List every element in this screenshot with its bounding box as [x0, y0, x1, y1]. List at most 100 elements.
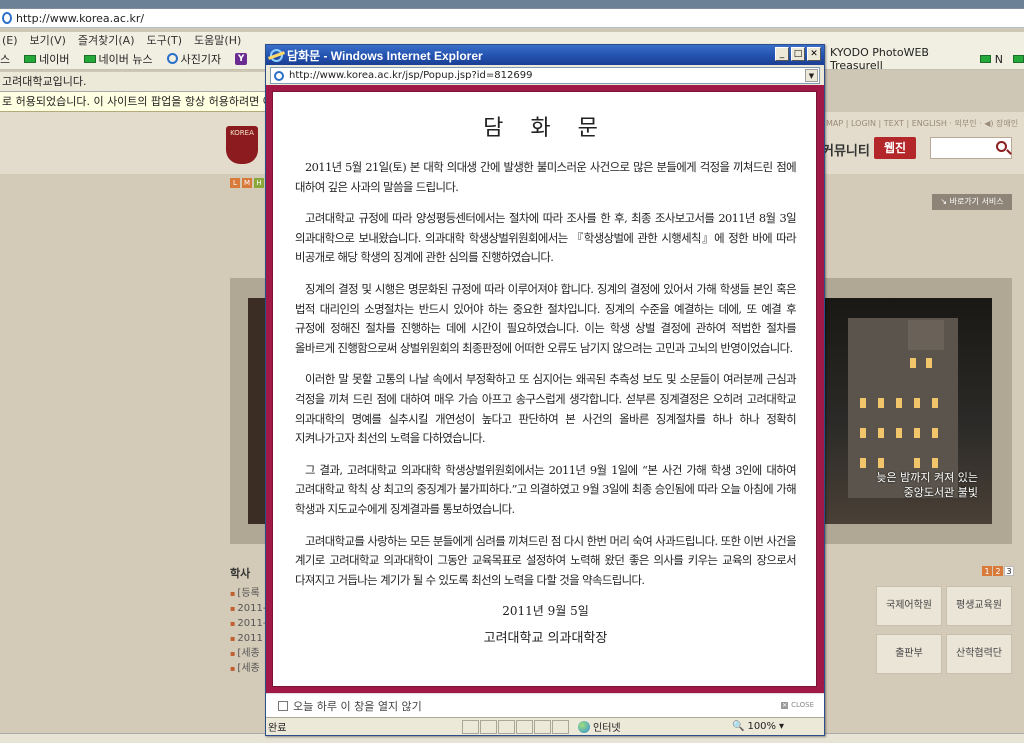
statement-letter: 담 화 문 2011년 5월 21일(토) 본 대학 의대생 간에 발생한 불미… [272, 91, 817, 687]
zoom-control[interactable]: 🔍 100% ▾ [732, 721, 784, 732]
status-cell [498, 719, 515, 734]
naver-icon [83, 54, 96, 63]
statement-paragraph: 그 결과, 고려대학교 의과대학 학생상벌위원회에서는 2011년 9월 1일에… [295, 462, 797, 516]
link-language-institute[interactable]: 국제어학원 [876, 586, 942, 626]
menu-tools[interactable]: 도구(T) [147, 32, 183, 48]
close-button[interactable]: ✕ [807, 47, 821, 61]
favorite-kyodo[interactable]: KYODO PhotoWEB Treasurell [830, 46, 970, 72]
shortcut-service-button[interactable]: ↘ 바로가기 서비스 [932, 194, 1012, 210]
popup-content-frame: 담 화 문 2011년 5월 21일(토) 본 대학 의대생 간에 발생한 불미… [266, 85, 824, 693]
popup-blocked-notice[interactable]: 로 허용되었습니다. 이 사이트의 팝업을 항상 허용하려면 여 [0, 92, 270, 112]
news-item[interactable]: [등록 [230, 586, 266, 601]
menu-edit[interactable]: (E) [2, 34, 18, 47]
background-window-chrome [0, 0, 1024, 8]
favorites-bar-right: KYODO PhotoWEB Treasurell N [830, 46, 1024, 72]
news-item[interactable]: [세종 [230, 646, 266, 661]
minimize-button[interactable]: _ [775, 47, 789, 61]
status-text: 완료 [268, 723, 287, 734]
globe-icon [578, 720, 590, 733]
statement-paragraph: 고려대학교를 사랑하는 모든 분들에게 심려를 끼쳐드린 점 다시 한번 머리 … [295, 533, 797, 587]
news-section-title[interactable]: 학사 [230, 565, 250, 581]
popup-window: 담화문 - Windows Internet Explorer _ □ ✕ ht… [265, 44, 825, 736]
news-list: [등록 2011- 2011- 2011 [세종 [세종 [230, 586, 266, 676]
favorite-label: 네이버 [39, 52, 70, 66]
dont-show-today-checkbox[interactable] [278, 700, 288, 711]
library-tower [908, 320, 944, 350]
pager-1[interactable]: 1 [982, 566, 992, 576]
news-item[interactable]: 2011- [230, 616, 266, 631]
favorite-label: 스 [0, 52, 11, 66]
font-size-m[interactable]: M [242, 178, 252, 188]
popup-footer: 오늘 하루 이 창을 열지 않기 ✕ CLOSE [266, 693, 824, 717]
favorite-yahoo[interactable]: Y [235, 52, 248, 65]
site-search-input[interactable] [930, 137, 1012, 159]
background-tab[interactable]: 고려대학교입니다. [0, 72, 270, 92]
ie-page-icon [274, 70, 284, 81]
statement-paragraph: 이러한 말 못할 고통의 나날 속에서 부정확하고 또 심지어는 왜곡된 추측성… [295, 372, 797, 446]
close-link[interactable]: ✕ CLOSE [781, 701, 814, 709]
zoom-level: 100% [747, 721, 777, 732]
status-cell [462, 719, 479, 734]
font-size-l[interactable]: L [230, 178, 240, 188]
status-cell [534, 719, 551, 734]
font-size-h[interactable]: H [254, 178, 264, 188]
pager-3[interactable]: 3 [1004, 566, 1014, 576]
popup-address-bar[interactable]: http://www.korea.ac.kr/jsp/Popup.jsp?id=… [270, 67, 820, 84]
security-zone[interactable]: 인터넷 [578, 719, 728, 734]
site-utility-links[interactable]: MAP | LOGIN | TEXT | ENGLISH · 외부인 · ◀) … [826, 118, 1018, 129]
background-url[interactable]: http://www.korea.ac.kr/ [16, 12, 144, 25]
yahoo-icon: Y [235, 52, 248, 65]
status-cell [516, 719, 533, 734]
photo-caption: 늦은 밤까지 켜져 있는 중앙도서관 불빛 [876, 470, 978, 500]
statement-paragraph: 고려대학교 규정에 따라 양성평등센터에서는 절차에 따라 조사를 한 후, 최… [295, 211, 797, 265]
statement-title: 담 화 문 [483, 116, 608, 141]
news-item[interactable]: 2011- [230, 601, 266, 616]
search-icon[interactable] [996, 141, 1007, 152]
main-visual-photo[interactable]: 늦은 밤까지 켜져 있는 중앙도서관 불빛 [824, 298, 992, 524]
statement-signature: 고려대학교 의과대학장 [483, 631, 608, 647]
nav-community[interactable]: 커뮤니티 [822, 140, 870, 159]
menu-view[interactable]: 보기(V) [30, 32, 66, 48]
favorite-n[interactable]: N [995, 53, 1003, 66]
chevron-down-icon[interactable]: ▾ [779, 721, 784, 732]
favorite-label: 네이버 뉴스 [98, 52, 153, 66]
korea-university-logo[interactable]: KOREA [226, 126, 258, 164]
favorite-photographer[interactable]: 사진기자 [166, 51, 222, 67]
maximize-button[interactable]: □ [791, 47, 805, 61]
chevron-down-icon[interactable]: ▼ [805, 69, 818, 82]
menu-favorites[interactable]: 즐겨찾기(A) [78, 32, 135, 48]
favorite-naver-news[interactable]: 네이버 뉴스 [83, 51, 153, 67]
font-size-controls: L M H [230, 178, 264, 188]
webzine-button[interactable]: 웹진 [874, 137, 916, 159]
ie-page-icon [166, 53, 178, 64]
menu-help[interactable]: 도움말(H) [194, 32, 241, 48]
link-press[interactable]: 출판부 [876, 634, 942, 674]
ie-logo-icon [270, 48, 283, 62]
statement-paragraph: 2011년 5월 21일(토) 본 대학 의대생 간에 발생한 불미스러운 사건… [295, 160, 797, 194]
window-controls: _ □ ✕ [775, 47, 821, 61]
popup-url[interactable]: http://www.korea.ac.kr/jsp/Popup.jsp?id=… [289, 70, 532, 81]
link-industry-cooperation[interactable]: 산학협력단 [946, 634, 1012, 674]
status-cell [480, 719, 497, 734]
naver-icon [1013, 55, 1024, 63]
favorite-naver[interactable]: 네이버 [24, 51, 70, 67]
background-address-bar[interactable]: http://www.korea.ac.kr/ [0, 8, 1024, 28]
ie-page-icon [2, 12, 12, 24]
photo-caption-line-2: 중앙도서관 불빛 [903, 486, 978, 499]
link-continuing-education[interactable]: 평생교육원 [946, 586, 1012, 626]
statement-date: 2011년 9월 5일 [502, 604, 589, 619]
favorite-item[interactable]: 스 [0, 51, 10, 67]
news-item[interactable]: [세종 [230, 661, 266, 676]
naver-icon [979, 55, 991, 63]
popup-titlebar[interactable]: 담화문 - Windows Internet Explorer _ □ ✕ [266, 45, 824, 65]
status-cell [552, 719, 569, 734]
pager-2[interactable]: 2 [993, 566, 1003, 576]
news-item[interactable]: 2011 [230, 631, 266, 646]
dont-show-today-label[interactable]: 오늘 하루 이 창을 열지 않기 [293, 698, 422, 714]
popup-status-bar: 완료 인터넷 🔍 100% ▾ [266, 717, 824, 735]
photo-caption-line-1: 늦은 밤까지 켜져 있는 [876, 471, 978, 484]
close-icon: ✕ [781, 701, 789, 709]
zoom-icon: 🔍 [732, 721, 745, 732]
statement-paragraph: 징계의 결정 및 시행은 명문화된 규정에 따라 이루어져야 합니다. 징계의 … [295, 281, 797, 355]
favorite-label: 사진기자 [180, 52, 222, 66]
